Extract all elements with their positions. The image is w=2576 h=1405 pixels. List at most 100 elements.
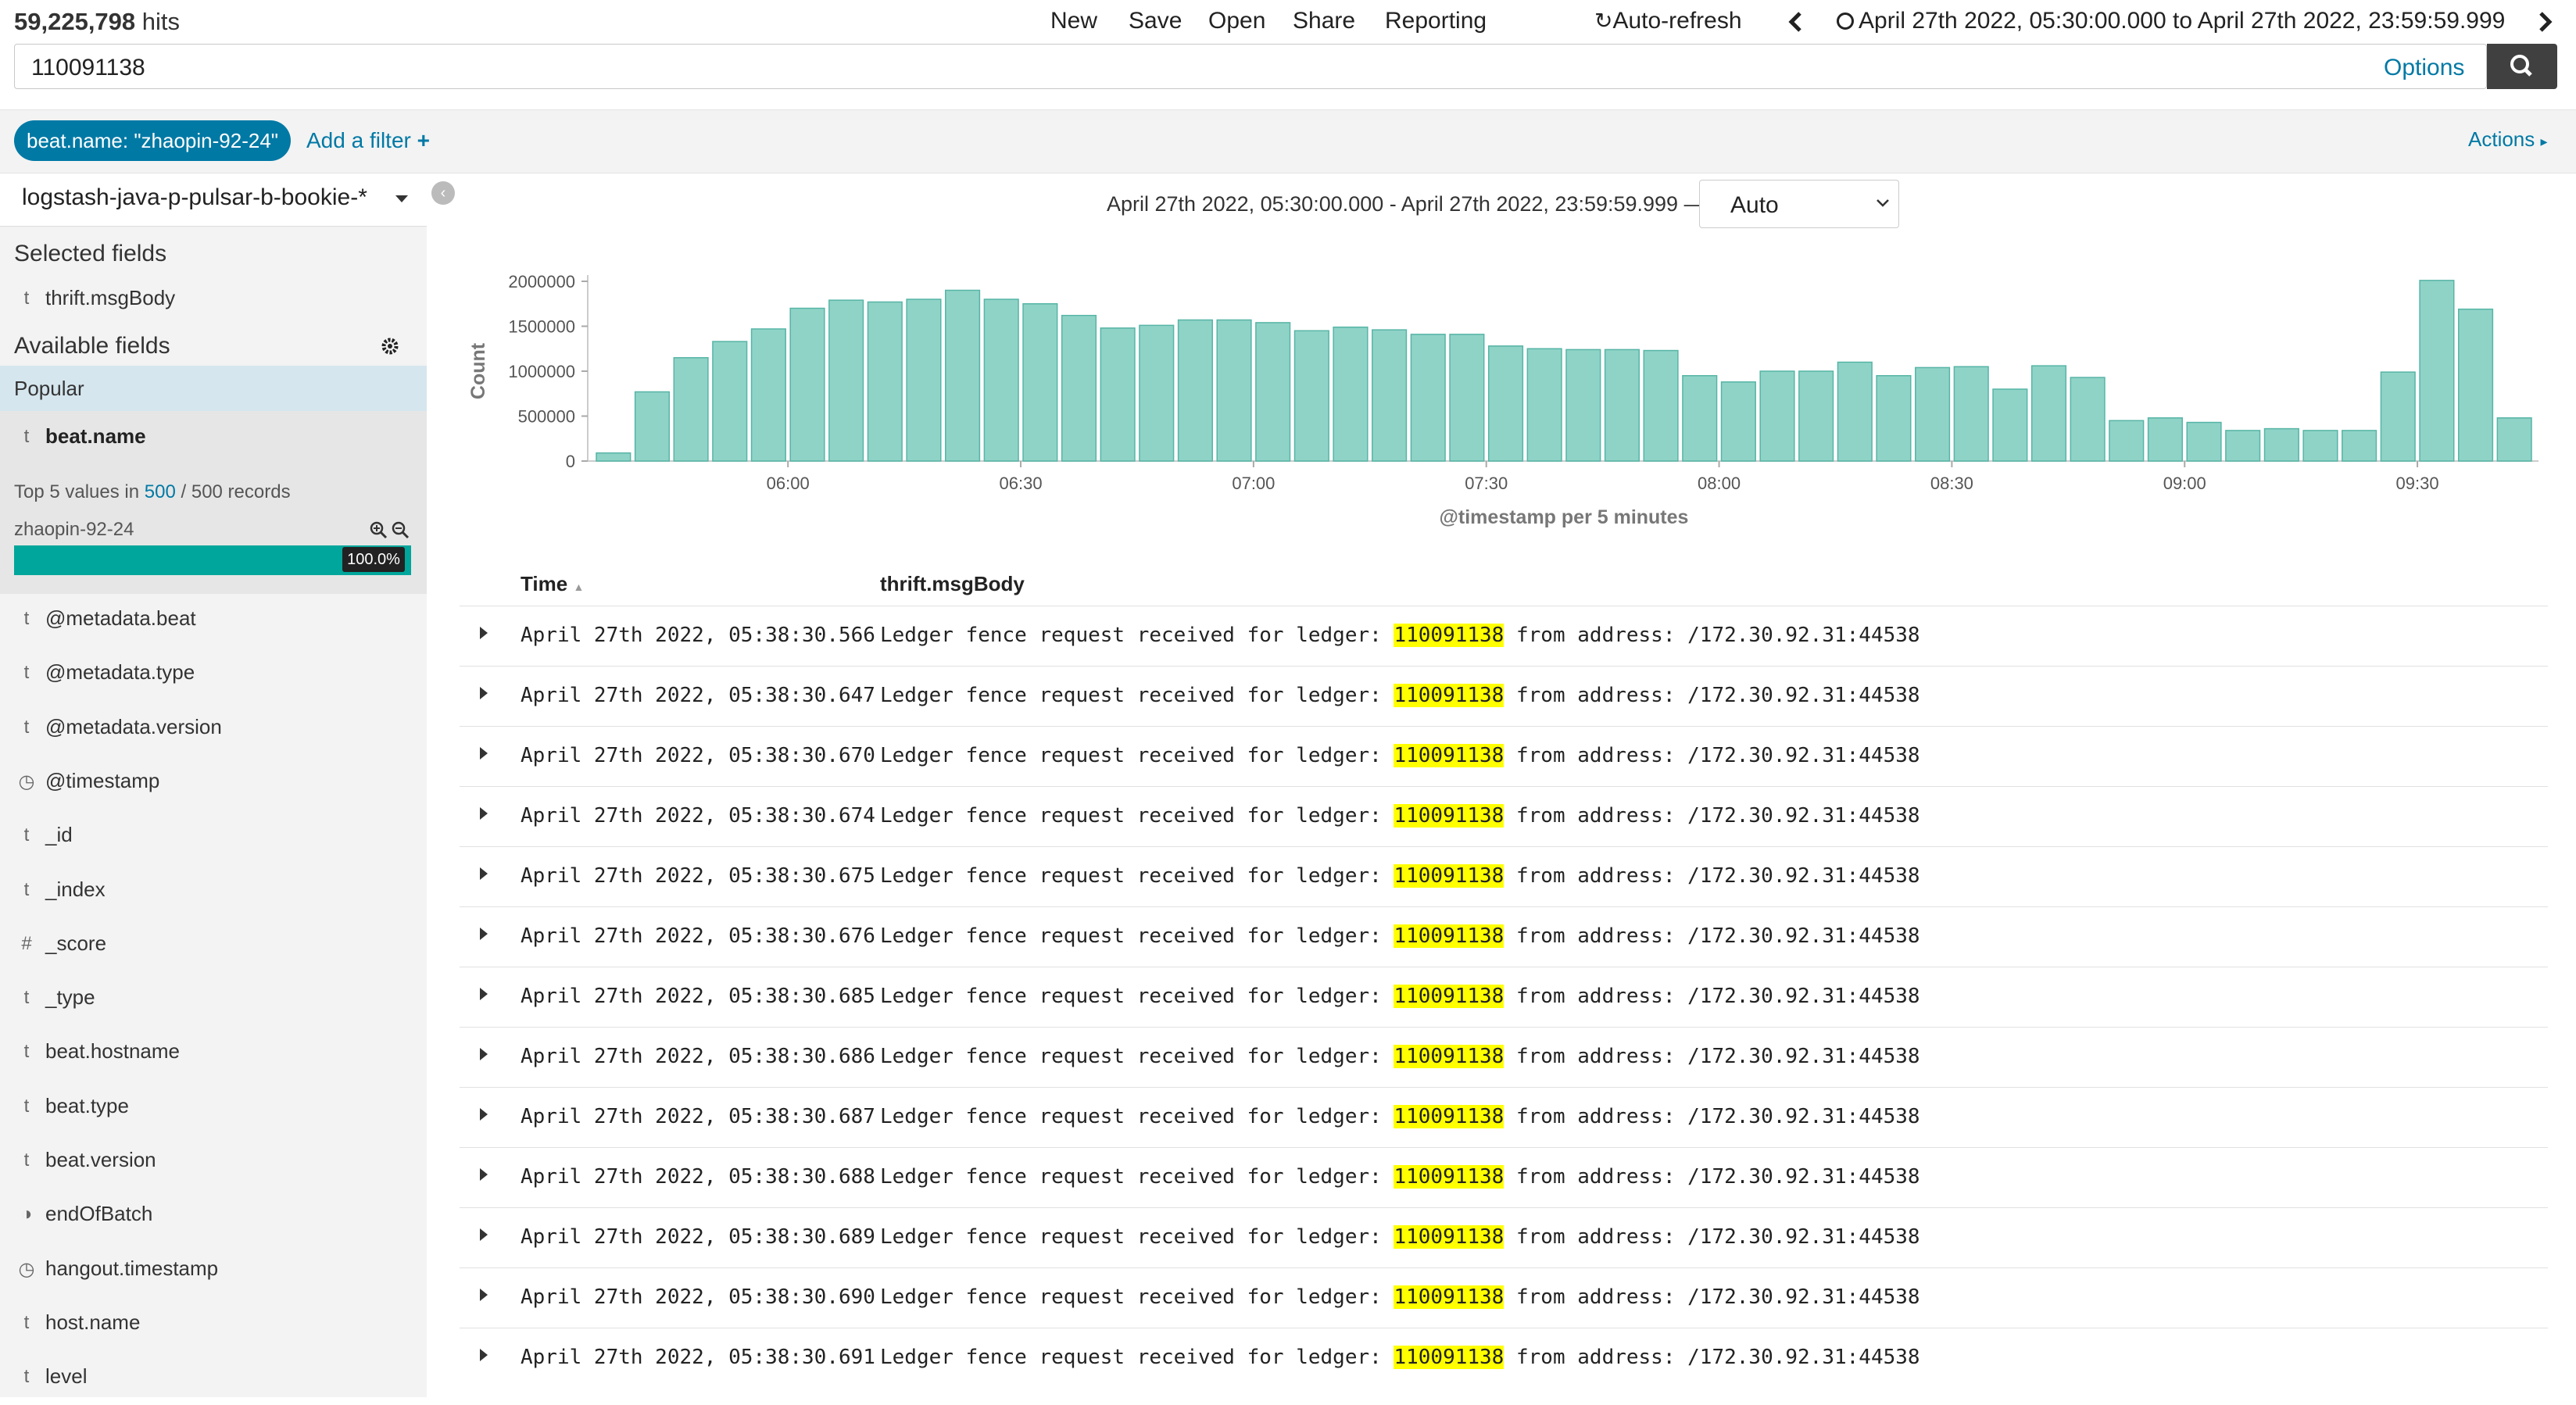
table-row[interactable]: April 27th 2022, 05:38:30.690 Ledger fenc… (460, 1267, 2548, 1328)
expand-row-icon[interactable] (480, 687, 488, 699)
search-query-text[interactable]: 110091138 (31, 55, 145, 81)
table-row[interactable]: April 27th 2022, 05:38:30.675 Ledger fenc… (460, 846, 2548, 906)
share-button[interactable]: Share (1293, 8, 1355, 34)
caret-right-icon: ▸ (2540, 134, 2548, 149)
expand-row-icon[interactable] (480, 1168, 488, 1181)
options-button[interactable]: Options (2384, 55, 2464, 81)
time-range-picker[interactable]: April 27th 2022, 05:30:00.000 to April 2… (1837, 8, 2505, 34)
histogram-bar (1061, 314, 1097, 462)
search-highlight: 110091138 (1394, 744, 1504, 767)
zoom-in-icon[interactable] (369, 520, 388, 539)
histogram-bar (2302, 430, 2338, 462)
reporting-button[interactable]: Reporting (1385, 8, 1487, 34)
histogram-bar (2457, 308, 2494, 462)
field-metadata-version[interactable]: t @metadata.version (0, 702, 427, 756)
histogram-bar (634, 391, 671, 462)
field-beat-type[interactable]: t beat.type (0, 1081, 427, 1135)
x-tick-label: 09:30 (2396, 474, 2439, 493)
top-value-label: zhaopin-92-24 (14, 519, 134, 540)
zoom-out-icon[interactable] (391, 520, 410, 539)
table-row[interactable]: April 27th 2022, 05:38:30.676 Ledger fenc… (460, 906, 2548, 967)
save-button[interactable]: Save (1129, 8, 1182, 34)
histogram-bar (1915, 366, 1951, 462)
table-header-msgbody[interactable]: thrift.msgBody (880, 572, 1025, 596)
new-button[interactable]: New (1050, 8, 1097, 34)
histogram-bar (1410, 334, 1446, 462)
table-row[interactable]: April 27th 2022, 05:38:30.647 Ledger fenc… (460, 666, 2548, 726)
histogram-bar (1759, 370, 1795, 462)
chevron-right-icon[interactable] (2537, 11, 2554, 33)
field-beat-hostname[interactable]: t beat.hostname (0, 1027, 427, 1080)
field-endofbatch[interactable]: ◑ endOfBatch (0, 1189, 427, 1242)
table-row[interactable]: April 27th 2022, 05:38:30.686 Ledger fenc… (460, 1027, 2548, 1087)
table-row[interactable]: April 27th 2022, 05:38:30.691 Ledger fenc… (460, 1328, 2548, 1388)
expand-row-icon[interactable] (480, 1289, 488, 1301)
field-hangout-timestamp[interactable]: ◷ hangout.timestamp (0, 1244, 427, 1297)
search-button[interactable] (2487, 44, 2557, 89)
expand-row-icon[interactable] (480, 1349, 488, 1361)
expand-row-icon[interactable] (480, 1108, 488, 1121)
field-name-beat-name[interactable]: beat.name (45, 424, 146, 449)
table-row[interactable]: April 27th 2022, 05:38:30.566 Ledger fenc… (460, 606, 2548, 666)
field-name: host.name (45, 1310, 141, 1334)
field-id[interactable]: t _id (0, 810, 427, 863)
table-row[interactable]: April 27th 2022, 05:38:30.674 Ledger fenc… (460, 786, 2548, 846)
add-filter-button[interactable]: Add a filter + (306, 128, 430, 153)
field-host-name[interactable]: t host.name (0, 1298, 427, 1351)
search-icon (2510, 55, 2532, 77)
field-metadata-beat[interactable]: t @metadata.beat (0, 594, 427, 647)
search-input[interactable] (14, 44, 2487, 89)
table-row[interactable]: April 27th 2022, 05:38:30.687 Ledger fenc… (460, 1087, 2548, 1147)
field-timestamp[interactable]: ◷ @timestamp (0, 756, 427, 810)
chevron-left-icon[interactable] (1787, 11, 1804, 33)
open-button[interactable]: Open (1208, 8, 1265, 34)
histogram-bar (2225, 430, 2261, 462)
expand-row-icon[interactable] (480, 1048, 488, 1060)
filter-pill[interactable]: beat.name: "zhaopin-92-24" (14, 120, 292, 161)
field-score[interactable]: # _score (0, 919, 427, 972)
histogram-bar (1798, 370, 1834, 462)
string-type-icon: t (23, 288, 30, 309)
table-row[interactable]: April 27th 2022, 05:38:30.685 Ledger fenc… (460, 967, 2548, 1027)
field-name: hangout.timestamp (45, 1256, 219, 1280)
field-beat-version[interactable]: t beat.version (0, 1135, 427, 1189)
x-tick-label: 07:30 (1465, 474, 1508, 493)
table-row[interactable]: April 27th 2022, 05:38:30.688 Ledger fenc… (460, 1147, 2548, 1207)
gear-icon[interactable] (380, 336, 400, 356)
actions-button[interactable]: Actions ▸ (2468, 127, 2548, 152)
expand-row-icon[interactable] (480, 1228, 488, 1241)
histogram-bar (1682, 375, 1718, 462)
field-metadata-type[interactable]: t @metadata.type (0, 648, 427, 701)
selected-fields-heading: Selected fields (14, 241, 167, 266)
interval-select[interactable] (1699, 180, 1899, 228)
expand-row-icon[interactable] (480, 627, 488, 639)
field-index[interactable]: t _index (0, 865, 427, 918)
top5-count-link[interactable]: 500 (145, 481, 176, 502)
x-axis-title: @timestamp per 5 minutes (1440, 506, 1689, 528)
collapse-sidebar-icon[interactable]: ‹ (431, 181, 455, 205)
expand-row-icon[interactable] (480, 807, 488, 820)
histogram-bar (2109, 420, 2145, 462)
table-row[interactable]: April 27th 2022, 05:38:30.689 Ledger fenc… (460, 1207, 2548, 1267)
chart-time-range: April 27th 2022, 05:30:00.000 - April 27… (1107, 192, 1705, 216)
expand-row-icon[interactable] (480, 988, 488, 1000)
field-type[interactable]: t _type (0, 973, 427, 1026)
row-time: April 27th 2022, 05:38:30.566 (521, 624, 875, 647)
histogram-bar (1449, 334, 1485, 462)
histogram-bar (1255, 322, 1291, 462)
auto-refresh-button[interactable]: ↻Auto-refresh (1594, 8, 1742, 34)
row-time: April 27th 2022, 05:38:30.690 (521, 1285, 875, 1309)
row-message: Ledger fence request received for ledger… (880, 624, 1920, 647)
expand-row-icon[interactable] (480, 747, 488, 760)
x-tick-label: 06:30 (1000, 474, 1043, 493)
expand-row-icon[interactable] (480, 928, 488, 940)
histogram-bar (1487, 345, 1524, 462)
expand-row-icon[interactable] (480, 867, 488, 880)
search-highlight: 110091138 (1394, 985, 1504, 1008)
selected-field-thrift-msgbody[interactable]: t thrift.msgBody (0, 273, 427, 327)
histogram-bar (1876, 375, 1912, 462)
search-highlight: 110091138 (1394, 1165, 1504, 1189)
table-header-time[interactable]: Time ▲ (521, 572, 584, 596)
histogram-bar (1333, 326, 1368, 462)
table-row[interactable]: April 27th 2022, 05:38:30.670 Ledger fenc… (460, 726, 2548, 786)
